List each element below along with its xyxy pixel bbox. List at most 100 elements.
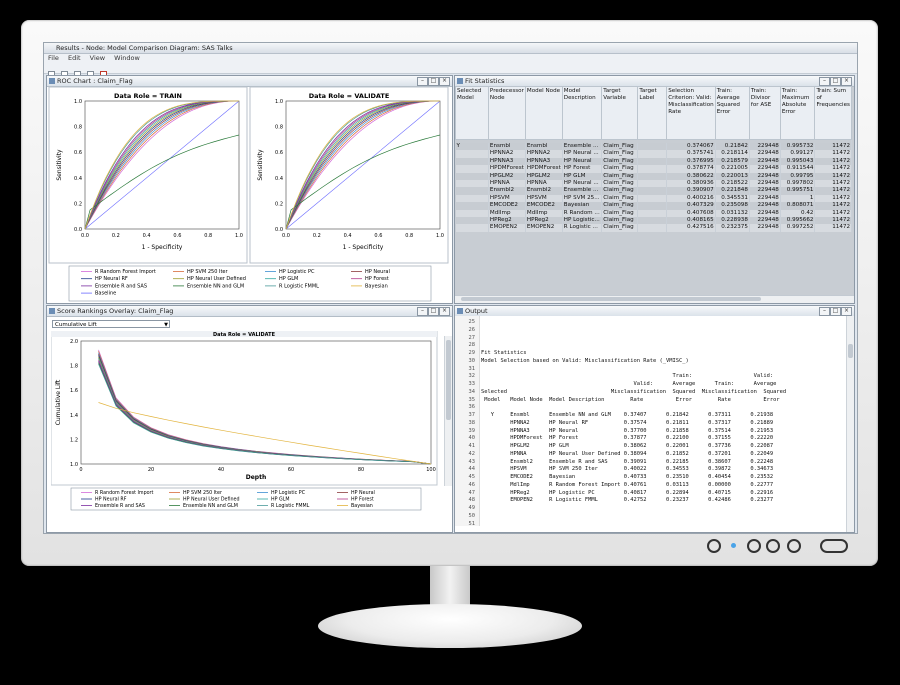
score-rankings-window: Score Rankings Overlay: Claim_Flag – □ ×… <box>46 305 453 533</box>
table-cell: 11472 <box>814 165 852 173</box>
table-row[interactable]: HPNNA2 HPNNA2 HP Neural ... Claim_Flag 0.375… <box>455 150 852 158</box>
maximize-icon[interactable]: □ <box>830 307 841 316</box>
close-icon[interactable]: × <box>439 77 450 86</box>
column-header[interactable]: Selected Model <box>455 86 489 140</box>
x-tick-label: 0.6 <box>173 233 181 239</box>
column-header[interactable]: Train: Maximum Absolute Error <box>779 86 816 140</box>
close-icon[interactable]: × <box>841 307 852 316</box>
column-header[interactable]: Selection Criterion: Valid: Misclassific… <box>666 86 716 140</box>
table-cell: 11472 <box>814 202 852 210</box>
table-row[interactable]: EMOPEN2 EMOPEN2 R Logistic ... Claim_Flag 0.… <box>455 224 852 232</box>
roc-y-axis-label: Sensitivity <box>56 149 63 181</box>
table-cell <box>637 165 668 173</box>
table-cell: HP SVM 25... <box>562 194 603 203</box>
close-icon[interactable]: × <box>439 307 450 316</box>
table-header-row: Selected Model Predecessor Node Model Node… <box>455 86 852 140</box>
table-cell: 229448 <box>749 165 781 173</box>
table-cell: Claim_Flag <box>601 157 639 166</box>
column-header[interactable]: Predecessor Node <box>487 86 526 140</box>
table-row[interactable]: HPNNA3 HPNNA3 HP Neural Claim_Flag 0.376995 0… <box>455 157 852 166</box>
column-header[interactable]: Train: Average Squared Error <box>714 86 750 140</box>
x-tick-label: 1.0 <box>436 233 444 239</box>
table-row[interactable]: Y Ensmbl Ensmbl Ensemble ... Claim_Flag 0.374… <box>455 143 852 151</box>
monitor-down-button[interactable] <box>787 539 801 553</box>
scrollbar-thumb[interactable] <box>848 344 853 358</box>
line-number: 49 <box>468 505 476 511</box>
maximize-icon[interactable]: □ <box>428 307 439 316</box>
output-text-area[interactable]: 25 26 27 28 29 Fit Statistics 30 Model Selectio… <box>455 316 853 526</box>
column-header[interactable]: Target Variable <box>601 86 639 140</box>
monitor-input-button[interactable] <box>820 539 848 553</box>
table-row[interactable]: HPDMForest HPDMForest HP Forest Claim_Flag 0… <box>455 165 852 173</box>
x-tick-label: 0.0 <box>282 233 290 239</box>
monitor-power-button[interactable] <box>707 539 721 553</box>
maximize-icon[interactable]: □ <box>428 77 439 86</box>
minimize-icon[interactable]: – <box>819 307 830 316</box>
table-cell: 0.375741 <box>666 150 716 158</box>
column-header[interactable]: Target Label <box>637 86 668 140</box>
table-cell: Claim_Flag <box>601 180 639 188</box>
y-tick-label: 0.8 <box>275 125 283 131</box>
minimize-icon[interactable]: – <box>417 307 428 316</box>
dropdown-value: Cumulative Lift <box>55 322 97 328</box>
table-cell <box>455 217 489 225</box>
horizontal-scrollbar[interactable] <box>455 295 854 303</box>
table-cell: HPDMForest <box>488 165 526 173</box>
table-cell: 229448 <box>749 172 781 181</box>
y-tick-label: 1.8 <box>70 364 78 370</box>
table-cell: 11472 <box>814 217 852 225</box>
legend-entry: HP Logistic PC <box>279 269 315 275</box>
close-icon[interactable]: × <box>841 77 852 86</box>
table-cell: 229448 <box>749 143 781 151</box>
chart-type-dropdown[interactable]: Cumulative Lift ▼ <box>52 320 170 328</box>
table-cell: Claim_Flag <box>601 224 639 232</box>
monitor-up-button[interactable] <box>766 539 780 553</box>
column-header[interactable]: Model Node <box>524 86 563 140</box>
chart-icon <box>49 308 55 314</box>
table-cell: Y <box>455 143 489 151</box>
table-row[interactable]: HPNNA HPNNA HP Neural ... Claim_Flag 0.38093… <box>455 180 852 188</box>
table-cell: 0.407329 <box>666 202 716 210</box>
table-cell: 0.99127 <box>780 150 816 158</box>
table-cell: HPNNA3 <box>525 157 563 166</box>
monitor-menu-button[interactable] <box>747 539 761 553</box>
table-cell: 0.995732 <box>780 143 816 151</box>
column-header[interactable]: Train: Divisor for ASE <box>748 86 781 140</box>
scrollbar-thumb[interactable] <box>461 297 761 301</box>
maximize-icon[interactable]: □ <box>830 77 841 86</box>
table-row[interactable]: Ensmbl2 Ensmbl2 Ensemble ... Claim_Flag 0.39… <box>455 187 852 195</box>
menu-edit[interactable]: Edit <box>68 54 81 62</box>
line-number: 32 <box>468 373 476 380</box>
line-number: 28 <box>468 342 476 349</box>
table-row[interactable]: HPSVM HPSVM HP SVM 25... Claim_Flag 0.400216… <box>455 194 852 203</box>
table-row[interactable]: EMCODE2 EMCODE2 Bayesian Claim_Flag 0.407329… <box>455 202 852 210</box>
fit-statistics-window: Fit Statistics – □ × Selected Model Prede… <box>454 75 855 304</box>
table-row[interactable]: HPGLM2 HPGLM2 HP GLM Claim_Flag 0.380622 0.22… <box>455 172 852 181</box>
line-number: 36 <box>468 404 476 411</box>
table-cell <box>455 194 489 203</box>
minimize-icon[interactable]: – <box>819 77 830 86</box>
table-row[interactable]: MdlImp MdlImp R Random ... Claim_Flag 0.4076… <box>455 209 852 218</box>
scrollbar-thumb[interactable] <box>446 340 451 420</box>
line-number: 44 <box>468 466 476 473</box>
table-cell: 229448 <box>749 194 781 203</box>
output-line: HPSVM HP SVM 250 Iter 0.40022 0.34553 0.… <box>481 466 774 473</box>
table-row[interactable]: HPReg2 HPReg2 HP Logistic... Claim_Flag 0.40… <box>455 217 852 225</box>
vertical-scrollbar[interactable] <box>444 336 452 486</box>
legend-entry: R Random Forest Import <box>95 490 154 496</box>
score-window-title: Score Rankings Overlay: Claim_Flag <box>57 307 174 315</box>
table-cell: Ensmbl <box>488 143 526 151</box>
column-header[interactable]: Train: Sum of Frequencies <box>814 86 852 140</box>
table-cell <box>455 165 489 173</box>
line-number: 48 <box>468 497 476 504</box>
y-tick-label: 0.6 <box>74 150 82 156</box>
vertical-scrollbar[interactable] <box>846 316 854 532</box>
column-header[interactable]: Model Description <box>561 86 603 140</box>
table-cell: Ensmbl <box>525 143 563 151</box>
legend-entry: HP Neural <box>351 490 375 496</box>
table-cell: 229448 <box>749 209 781 218</box>
menu-view[interactable]: View <box>90 54 105 62</box>
menu-window[interactable]: Window <box>114 54 140 62</box>
minimize-icon[interactable]: – <box>417 77 428 86</box>
menu-file[interactable]: File <box>48 54 59 62</box>
